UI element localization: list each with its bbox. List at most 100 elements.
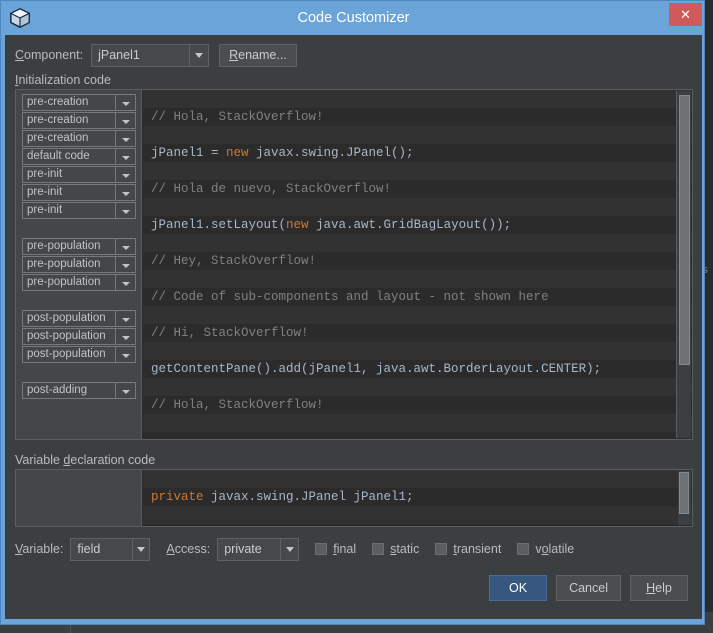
chevron-down-icon bbox=[115, 203, 135, 218]
code-section-select-value: pre-population bbox=[27, 258, 101, 270]
component-select[interactable]: jPanel1 bbox=[91, 43, 210, 67]
chevron-down-icon bbox=[115, 239, 135, 254]
code-section-select[interactable]: post-population bbox=[22, 346, 136, 363]
code-token: jPanel1.setLayout( bbox=[151, 218, 287, 232]
code-section-select[interactable]: pre-creation bbox=[22, 130, 136, 147]
code-token: // Hola, StackOverflow! bbox=[151, 110, 324, 124]
code-token: // Hola, StackOverflow! bbox=[151, 398, 324, 412]
checkbox-final-label: final bbox=[333, 542, 357, 556]
access-label: Access: bbox=[166, 542, 211, 556]
chevron-down-icon bbox=[115, 257, 135, 272]
code-token: java.awt.GridBagLayout()); bbox=[308, 218, 512, 232]
code-section-select-value: pre-population bbox=[27, 276, 101, 288]
code-line bbox=[143, 342, 692, 360]
chevron-down-icon bbox=[115, 95, 135, 110]
chevron-down-icon bbox=[115, 311, 135, 326]
code-section-select-value: pre-init bbox=[27, 186, 63, 198]
code-line bbox=[143, 470, 692, 488]
ok-button[interactable]: OK bbox=[489, 575, 548, 601]
code-line bbox=[143, 306, 692, 324]
access-modifier-select[interactable]: private bbox=[217, 537, 300, 561]
help-button[interactable]: Help bbox=[630, 575, 688, 601]
chevron-down-icon bbox=[115, 113, 135, 128]
chevron-down-icon bbox=[280, 538, 299, 560]
code-section-select[interactable]: post-adding bbox=[22, 382, 136, 399]
code-token: private bbox=[151, 490, 204, 504]
code-line: jPanel1 = new javax.swing.JPanel(); bbox=[143, 144, 692, 162]
code-section-select-value: pre-creation bbox=[27, 96, 89, 108]
dialog-title: Code Customizer bbox=[297, 10, 410, 26]
code-section-select[interactable]: default code bbox=[22, 148, 136, 165]
code-section-select-value: pre-creation bbox=[27, 114, 89, 126]
code-line: getContentPane().add(jPanel1, java.awt.B… bbox=[143, 360, 692, 378]
code-token: // Code of sub-components and layout - n… bbox=[151, 290, 549, 304]
cancel-button[interactable]: Cancel bbox=[556, 575, 621, 601]
checkbox-box bbox=[435, 543, 448, 555]
component-select-value: jPanel1 bbox=[98, 47, 140, 62]
checkbox-volatile-label: volatile bbox=[535, 542, 575, 556]
code-token: // Hi, StackOverflow! bbox=[151, 326, 309, 340]
variable-declaration-code-panel: private javax.swing.JPanel jPanel1; bbox=[15, 469, 693, 527]
code-token: getContentPane().add(jPanel1, java.awt.B… bbox=[151, 362, 602, 376]
initialization-code-label: Initialization code bbox=[15, 73, 111, 87]
code-token: new bbox=[226, 146, 249, 160]
variable-declaration-code-text[interactable]: private javax.swing.JPanel jPanel1; bbox=[143, 470, 692, 526]
checkbox-transient[interactable]: transient bbox=[435, 542, 501, 556]
code-line: // Hi, StackOverflow! bbox=[143, 324, 692, 342]
code-token: jPanel1 = bbox=[151, 146, 227, 160]
checkbox-static[interactable]: static bbox=[372, 542, 419, 556]
code-section-select[interactable]: pre-population bbox=[22, 238, 136, 255]
code-section-select[interactable]: pre-population bbox=[22, 256, 136, 273]
checkbox-volatile[interactable]: volatile bbox=[517, 542, 574, 556]
initialization-code-panel: // Hola, StackOverflow! jPanel1 = new ja… bbox=[15, 89, 693, 440]
variable-declaration-code-gutter bbox=[16, 470, 142, 526]
code-section-select[interactable]: pre-init bbox=[22, 202, 136, 219]
code-customizer-dialog: Code Customizer ✕ Component: jPanel1 Ren… bbox=[0, 0, 705, 625]
variable-declaration-code-label: Variable declaration code bbox=[15, 453, 156, 467]
code-line: jPanel1.setLayout(new java.awt.GridBagLa… bbox=[143, 216, 692, 234]
checkbox-final[interactable]: final bbox=[315, 542, 356, 556]
variable-kind-select[interactable]: field bbox=[70, 537, 151, 561]
code-line: // Hola de nuevo, StackOverflow! bbox=[143, 180, 692, 198]
code-section-select[interactable]: pre-creation bbox=[22, 112, 136, 129]
code-section-select[interactable]: pre-init bbox=[22, 166, 136, 183]
chevron-down-icon bbox=[115, 167, 135, 182]
component-row: Component: jPanel1 Rename... bbox=[15, 43, 297, 67]
checkbox-transient-label: transient bbox=[453, 542, 502, 556]
checkbox-box bbox=[315, 543, 328, 555]
code-line bbox=[143, 414, 692, 432]
dialog-titlebar[interactable]: Code Customizer ✕ bbox=[1, 1, 704, 35]
chevron-down-icon bbox=[115, 383, 135, 398]
variable-declaration-scrollbar[interactable] bbox=[678, 471, 691, 525]
chevron-down-icon bbox=[115, 275, 135, 290]
initialization-code-scrollbar[interactable] bbox=[676, 91, 691, 438]
code-line: private javax.swing.JPanel jPanel1; bbox=[143, 488, 692, 506]
code-section-select[interactable]: post-population bbox=[22, 310, 136, 327]
chevron-down-icon bbox=[115, 347, 135, 362]
variable-options-row: Variable: field Access: private final st… bbox=[15, 537, 574, 561]
dialog-button-row: OK Cancel Help bbox=[489, 575, 688, 601]
code-token: javax.swing.JPanel(); bbox=[248, 146, 414, 160]
code-line bbox=[143, 90, 692, 108]
code-line: // Code of sub-components and layout - n… bbox=[143, 288, 692, 306]
scrollbar-thumb[interactable] bbox=[679, 95, 690, 365]
code-section-select-value: default code bbox=[27, 150, 90, 162]
initialization-code-text[interactable]: // Hola, StackOverflow! jPanel1 = new ja… bbox=[143, 90, 692, 439]
rename-button[interactable]: Rename... bbox=[219, 43, 297, 67]
code-section-select[interactable]: pre-creation bbox=[22, 94, 136, 111]
chevron-down-icon bbox=[115, 185, 135, 200]
dialog-body: Component: jPanel1 Rename... Initializat… bbox=[5, 35, 702, 619]
code-section-select[interactable]: post-population bbox=[22, 328, 136, 345]
code-section-select[interactable]: pre-init bbox=[22, 184, 136, 201]
code-line: // Hola, StackOverflow! bbox=[143, 396, 692, 414]
variable-label: Variable: bbox=[15, 542, 64, 556]
code-section-select[interactable]: pre-population bbox=[22, 274, 136, 291]
close-icon[interactable]: ✕ bbox=[669, 3, 702, 26]
code-line bbox=[143, 270, 692, 288]
scrollbar-thumb[interactable] bbox=[679, 472, 689, 514]
checkbox-box bbox=[517, 543, 530, 555]
code-line: // Hola, StackOverflow! bbox=[143, 108, 692, 126]
initialization-code-gutter: pre-creation pre-creation pre-creation defa… bbox=[16, 90, 142, 439]
code-line bbox=[143, 162, 692, 180]
component-label: Component: bbox=[15, 48, 84, 62]
